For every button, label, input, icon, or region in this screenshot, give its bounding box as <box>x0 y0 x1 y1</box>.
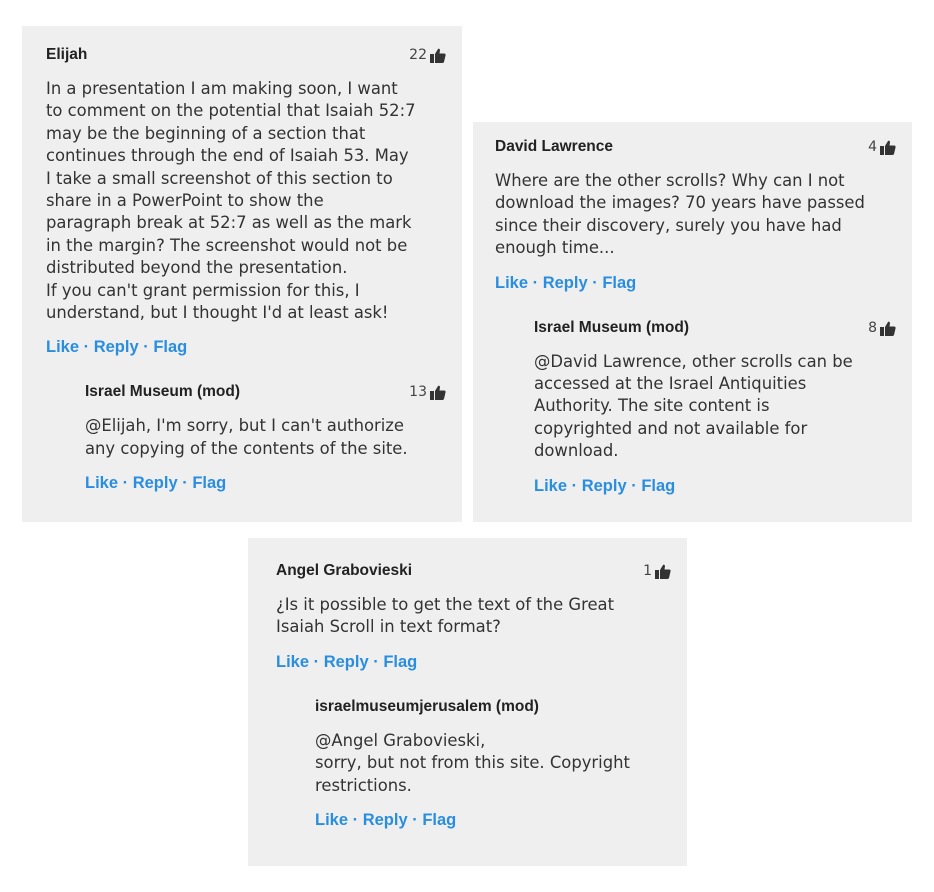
flag-link[interactable]: Flag <box>602 274 636 292</box>
comment-actions: Like · Reply · Flag <box>534 477 896 496</box>
comment-actions: Like · Reply · Flag <box>85 474 446 493</box>
comment-card-david-lawrence: David Lawrence 4 Where are the other scr… <box>473 122 912 522</box>
reply-link[interactable]: Reply <box>582 477 627 495</box>
reply-link[interactable]: Reply <box>133 474 178 492</box>
comment-author[interactable]: israelmuseumjerusalem (mod) <box>315 698 539 716</box>
comment-header: Elijah 22 <box>46 46 446 64</box>
thumbs-up-icon <box>430 386 446 401</box>
separator: · <box>138 338 154 357</box>
comment-actions: Like · Reply · Flag <box>46 338 446 357</box>
comment-card-elijah: Elijah 22 In a presentation I am making … <box>22 26 462 522</box>
comment-card-angel-grabovieski: Angel Grabovieski 1 ¿Is it possible to g… <box>248 538 687 866</box>
separator: · <box>567 476 582 495</box>
reply-link[interactable]: Reply <box>543 274 588 292</box>
comment-header: Angel Grabovieski 1 <box>276 562 671 580</box>
like-count: 8 <box>868 320 896 336</box>
reply-link[interactable]: Reply <box>94 338 139 356</box>
like-count-value: 13 <box>409 384 427 401</box>
comment-actions: Like · Reply · Flag <box>315 811 671 830</box>
separator: · <box>309 652 324 671</box>
flag-link[interactable]: Flag <box>153 338 187 356</box>
separator: · <box>407 811 423 830</box>
comment-text: ¿Is it possible to get the text of the G… <box>276 595 615 637</box>
flag-link[interactable]: Flag <box>383 653 417 671</box>
thumbs-up-icon <box>880 321 896 336</box>
separator: · <box>348 811 363 830</box>
comment-header: Israel Museum (mod) 8 <box>534 319 896 337</box>
comment-text: Where are the other scrolls? Why can I n… <box>495 171 865 258</box>
thumbs-up-icon <box>880 140 896 155</box>
separator: · <box>626 476 642 495</box>
comment-author[interactable]: David Lawrence <box>495 138 613 156</box>
comment-author[interactable]: Israel Museum (mod) <box>534 319 689 337</box>
comment-author[interactable]: Angel Grabovieski <box>276 562 412 580</box>
thumbs-up-icon <box>430 48 446 63</box>
comment-author[interactable]: Israel Museum (mod) <box>85 383 240 401</box>
comment-actions: Like · Reply · Flag <box>495 274 896 293</box>
like-count: 22 <box>409 47 446 63</box>
like-count-value: 1 <box>643 563 652 579</box>
like-link[interactable]: Like <box>534 477 567 495</box>
reply-comment: israelmuseumjerusalem (mod) @Angel Grabo… <box>315 698 671 830</box>
like-count: 1 <box>643 563 671 579</box>
like-count: 4 <box>868 139 896 155</box>
separator: · <box>368 652 384 671</box>
comment-text: @Elijah, I'm sorry, but I can't authoriz… <box>85 416 408 458</box>
like-count-value: 4 <box>868 139 877 155</box>
comment-header: israelmuseumjerusalem (mod) <box>315 698 671 716</box>
like-count: 13 <box>409 384 446 401</box>
thumbs-up-icon <box>655 564 671 579</box>
reply-link[interactable]: Reply <box>324 653 369 671</box>
like-link[interactable]: Like <box>276 653 309 671</box>
comment-text: @David Lawrence, other scrolls can be ac… <box>534 351 853 461</box>
separator: · <box>528 273 543 292</box>
comment-text: @Angel Grabovieski, sorry, but not from … <box>315 730 630 795</box>
like-count-value: 22 <box>409 47 427 63</box>
like-link[interactable]: Like <box>85 474 118 492</box>
like-link[interactable]: Like <box>46 338 79 356</box>
comment-header: David Lawrence 4 <box>495 138 896 156</box>
separator: · <box>118 474 133 493</box>
comment: Elijah 22 In a presentation I am making … <box>46 46 446 357</box>
comment-header: Israel Museum (mod) 13 <box>85 383 446 401</box>
separator: · <box>587 273 603 292</box>
comment-actions: Like · Reply · Flag <box>276 653 671 672</box>
like-count-value: 8 <box>868 319 877 336</box>
separator: · <box>79 338 94 357</box>
flag-link[interactable]: Flag <box>422 811 456 829</box>
reply-link[interactable]: Reply <box>363 811 408 829</box>
comment: Angel Grabovieski 1 ¿Is it possible to g… <box>276 562 671 672</box>
like-link[interactable]: Like <box>495 274 528 292</box>
comment-text: In a presentation I am making soon, I wa… <box>46 79 416 323</box>
flag-link[interactable]: Flag <box>641 477 675 495</box>
comment-author[interactable]: Elijah <box>46 46 87 64</box>
reply-comment: Israel Museum (mod) 8 @David Lawrence, o… <box>534 319 896 496</box>
like-link[interactable]: Like <box>315 811 348 829</box>
comment: David Lawrence 4 Where are the other scr… <box>495 138 896 293</box>
separator: · <box>177 474 193 493</box>
reply-comment: Israel Museum (mod) 13 @Elijah, I'm sorr… <box>85 383 446 493</box>
flag-link[interactable]: Flag <box>192 474 226 492</box>
